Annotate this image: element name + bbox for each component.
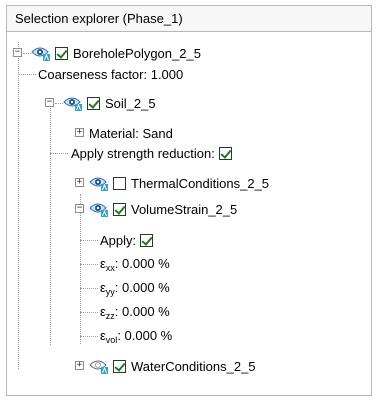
borehole-checkbox[interactable] xyxy=(55,46,68,60)
tree-connector xyxy=(50,106,51,345)
tree-item-strain-xx[interactable]: εxx: 0.000 % xyxy=(100,253,170,275)
strain-zz-subscript: zz xyxy=(105,310,115,321)
tree-connector xyxy=(18,42,19,369)
soil-checkbox[interactable] xyxy=(87,96,100,110)
apply-checkbox[interactable] xyxy=(140,233,154,247)
tree-item-strain-zz[interactable]: εzz: 0.000 % xyxy=(100,301,170,323)
collapse-borehole-button[interactable]: − xyxy=(13,48,22,57)
strength-reduction-label: Apply strength reduction: xyxy=(71,145,215,161)
tree-item-strain-yy[interactable]: εyy: 0.000 % xyxy=(100,277,170,299)
selection-tree: − BoreholePolygon_2_5 Coarseness factor:… xyxy=(7,32,371,395)
tree-connector xyxy=(50,153,68,154)
borehole-label: BoreholePolygon_2_5 xyxy=(73,45,201,61)
visibility-eye-icon[interactable] xyxy=(89,201,109,217)
water-visibility-icon[interactable] xyxy=(89,358,109,374)
tree-connector xyxy=(55,103,63,104)
collapse-volume-strain-button[interactable]: − xyxy=(75,204,84,213)
water-label: WaterConditions_2_5 xyxy=(131,358,256,374)
apply-label: Apply: xyxy=(100,232,137,248)
tree-connector xyxy=(23,53,31,54)
strain-zz-label: εzz: 0.000 % xyxy=(100,304,170,321)
expand-water-button[interactable]: + xyxy=(75,361,84,370)
strain-xx-subscript: xx xyxy=(105,262,115,273)
coarseness-label: Coarseness factor: 1.000 xyxy=(38,66,184,82)
tree-connector xyxy=(80,194,81,344)
selection-explorer-panel: Selection explorer (Phase_1) − BoreholeP… xyxy=(6,5,372,396)
visibility-eye-icon[interactable] xyxy=(89,175,109,191)
strain-yy-subscript: yy xyxy=(105,286,115,297)
tree-connector xyxy=(80,312,98,313)
tree-item-soil[interactable]: Soil_2_5 xyxy=(63,92,156,114)
tree-item-strain-vol[interactable]: εvol: 0.000 % xyxy=(100,325,172,347)
strain-xx-value: : 0.000 % xyxy=(114,255,170,271)
panel-title: Selection explorer (Phase_1) xyxy=(7,6,371,32)
material-label: Material: Sand xyxy=(89,125,173,141)
tree-item-material[interactable]: Material: Sand xyxy=(89,122,173,144)
water-checkbox[interactable] xyxy=(113,359,126,373)
visibility-eye-icon[interactable] xyxy=(63,95,83,111)
volume-strain-checkbox[interactable] xyxy=(113,202,126,216)
tree-connector xyxy=(80,336,98,337)
tree-connector xyxy=(18,74,36,75)
thermal-checkbox[interactable] xyxy=(113,176,126,190)
visibility-eye-icon[interactable] xyxy=(31,45,51,61)
tree-connector xyxy=(80,288,98,289)
strain-vol-value: : 0.000 % xyxy=(117,327,173,343)
tree-connector xyxy=(80,264,98,265)
strain-zz-value: : 0.000 % xyxy=(114,303,170,319)
expand-material-button[interactable]: + xyxy=(75,128,84,137)
strain-vol-subscript: vol xyxy=(105,334,118,345)
tree-item-thermal[interactable]: ThermalConditions_2_5 xyxy=(89,172,269,194)
tree-item-coarseness[interactable]: Coarseness factor: 1.000 xyxy=(38,63,183,85)
tree-item-apply[interactable]: Apply: xyxy=(100,229,154,251)
tree-item-borehole[interactable]: BoreholePolygon_2_5 xyxy=(31,42,201,64)
thermal-label: ThermalConditions_2_5 xyxy=(131,175,270,191)
strain-yy-value: : 0.000 % xyxy=(114,279,170,295)
tree-connector xyxy=(80,240,98,241)
volume-strain-label: VolumeStrain_2_5 xyxy=(131,201,238,217)
strain-vol-label: εvol: 0.000 % xyxy=(100,328,172,345)
expand-thermal-button[interactable]: + xyxy=(75,178,84,187)
strain-xx-label: εxx: 0.000 % xyxy=(100,256,170,273)
strain-yy-label: εyy: 0.000 % xyxy=(100,280,170,297)
tree-item-strength-reduction[interactable]: Apply strength reduction: xyxy=(71,142,232,164)
collapse-soil-button[interactable]: − xyxy=(45,98,54,107)
tree-item-volume-strain[interactable]: VolumeStrain_2_5 xyxy=(89,198,237,220)
strength-reduction-checkbox[interactable] xyxy=(218,146,232,160)
soil-label: Soil_2_5 xyxy=(105,95,156,111)
tree-item-water[interactable]: WaterConditions_2_5 xyxy=(89,355,256,377)
